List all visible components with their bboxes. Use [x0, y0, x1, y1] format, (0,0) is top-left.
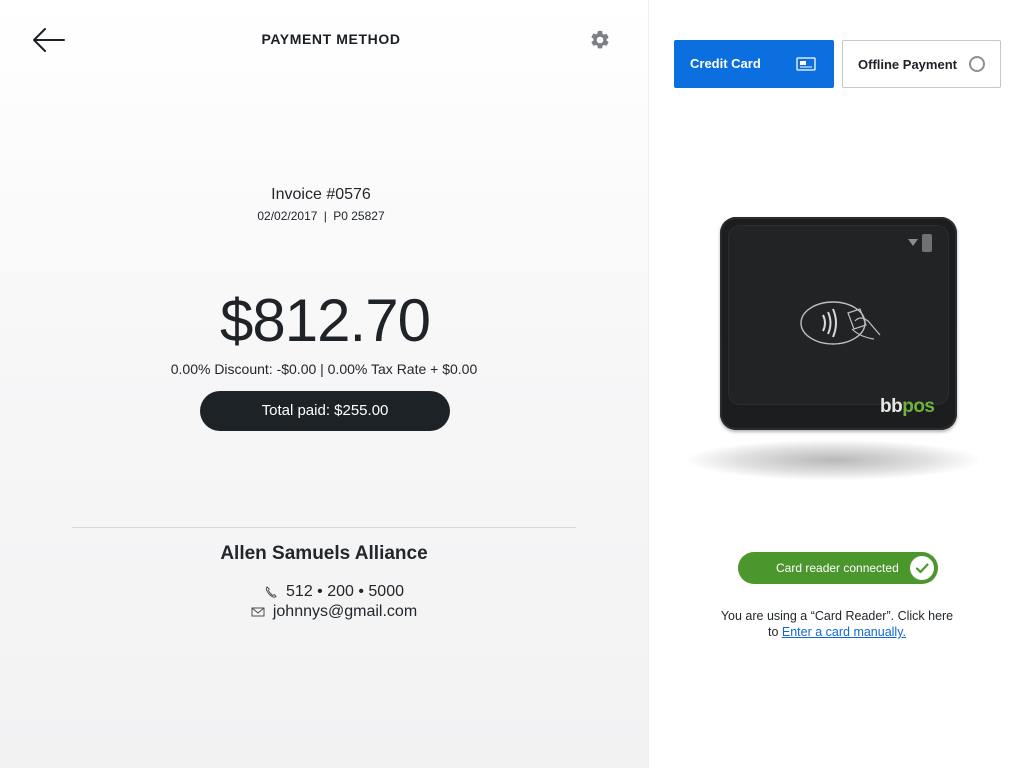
meta-separator: |	[323, 209, 327, 223]
reader-helper-text: You are using a “Card Reader”. Click her…	[649, 608, 1024, 640]
credit-card-label: Credit Card	[690, 56, 761, 71]
phone-icon	[265, 586, 277, 598]
divider	[72, 527, 576, 528]
bbpos-logo: bbpos	[880, 396, 935, 417]
customer-phone: 512 • 200 • 5000	[286, 583, 404, 600]
amount-due: $812.70	[220, 287, 431, 354]
page-title: PAYMENT METHOD	[261, 31, 401, 47]
card-reader-illustration: bbpos	[685, 210, 981, 490]
po-number: P0 25827	[333, 209, 385, 223]
customer-email: johnnys@gmail.com	[272, 603, 418, 620]
settings-button[interactable]	[589, 29, 611, 51]
gear-icon	[591, 30, 609, 49]
reader-status-badge: Card reader connected	[738, 552, 938, 584]
customer-email-row: johnnys@gmail.com	[0, 603, 668, 621]
offline-payment-tab[interactable]: Offline Payment	[842, 40, 1001, 88]
mail-icon	[251, 607, 265, 617]
invoice-number: Invoice #0576	[271, 186, 371, 203]
check-icon	[910, 556, 934, 580]
customer-phone-row: 512 • 200 • 5000	[0, 583, 668, 601]
offline-payment-label: Offline Payment	[858, 57, 957, 72]
reader-shadow	[687, 440, 979, 480]
credit-card-tab[interactable]: Credit Card	[674, 40, 834, 88]
invoice-panel: PAYMENT METHOD Invoice #0576 02/02/2017 …	[0, 0, 648, 768]
radio-empty-icon[interactable]	[969, 56, 985, 72]
card-reader-device: bbpos	[720, 217, 957, 430]
helper-prefix: to	[767, 625, 782, 639]
enter-card-manually-link[interactable]: Enter a card manually.	[782, 625, 906, 639]
invoice-date: 02/02/2017	[257, 209, 318, 223]
helper-line-2: to Enter a card manually.	[649, 624, 1024, 640]
payment-method-panel: Credit Card Offline Payment bbpos Card r…	[648, 0, 1024, 768]
total-paid-badge: Total paid: $255.00	[200, 391, 450, 431]
card-icon	[796, 57, 816, 71]
reader-status-text: Card reader connected	[776, 561, 899, 575]
discount-tax-line: 0.00% Discount: -$0.00 | 0.00% Tax Rate …	[170, 361, 478, 377]
customer-name: Allen Samuels Alliance	[220, 543, 428, 564]
helper-line-1: You are using a “Card Reader”. Click her…	[720, 609, 954, 623]
invoice-meta: 02/02/2017 | P0 25827	[0, 209, 642, 223]
